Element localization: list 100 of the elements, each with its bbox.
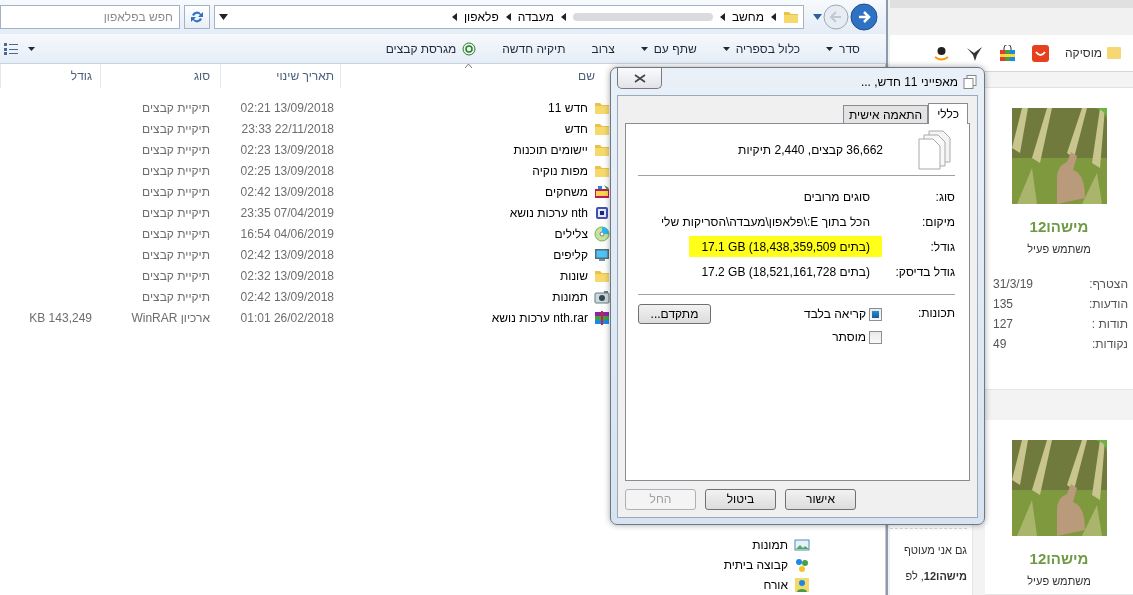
address-bar[interactable]: מחשב מעבדה פלאפון	[214, 5, 804, 29]
caret-icon	[722, 46, 730, 51]
forward-button[interactable]	[850, 3, 878, 31]
caret-icon	[826, 46, 834, 51]
file-name[interactable]: מפות נוקיה	[532, 161, 588, 180]
breadcrumb[interactable]: מעבדה	[517, 8, 554, 26]
type-cell: תיקיית קבצים	[142, 205, 210, 220]
file-name[interactable]: תמונות	[552, 287, 588, 306]
date-cell: 22/11/2018 23:33	[241, 121, 334, 136]
type-cell: תיקיית קבצים	[142, 247, 210, 262]
toolbar-button[interactable]: סדר	[822, 37, 864, 60]
checkbox-label[interactable]: מוסתר	[832, 328, 866, 346]
file-name[interactable]: חדש	[564, 119, 588, 138]
window-title: מאפייני 11 חדש, ...	[860, 73, 958, 91]
close-button[interactable]	[617, 68, 662, 89]
smile-arrow-icon[interactable]	[932, 44, 950, 62]
user-rank: משתמש פעיל	[1027, 573, 1091, 589]
column-header[interactable]: תאריך שינוי	[220, 64, 340, 88]
nav-item[interactable]: אורח	[763, 576, 788, 594]
type-cell: ארכיון WinRAR	[131, 310, 210, 325]
file-name[interactable]: צלילים	[554, 224, 588, 243]
summary-text: 36,662 קבצים, 2,440 תיקיות	[738, 141, 883, 159]
user-rank: משתמש פעיל	[1027, 241, 1091, 257]
stat-label: נקודות:	[1091, 336, 1128, 353]
field-label: גודל:	[929, 238, 955, 256]
field-label: גודל בדיסק:	[894, 263, 955, 281]
stat-value: 49	[993, 336, 1007, 353]
user-icon	[794, 577, 810, 593]
tab[interactable]: התאמה אישית	[843, 105, 929, 123]
field-label: תכונות:	[916, 305, 955, 322]
date-cell: 13/09/2018 02:42	[240, 247, 334, 262]
size-cell: 143,249 KB	[29, 310, 92, 325]
view-details-icon[interactable]	[4, 42, 18, 55]
date-cell: 07/04/2019 23:35	[240, 205, 334, 220]
date-cell: 13/09/2018 02:25	[240, 163, 334, 178]
checkbox-label[interactable]: קריאה בלבד	[804, 305, 866, 323]
folder-icon	[1107, 46, 1121, 60]
date-cell: 13/09/2018 02:32	[240, 268, 334, 283]
chevron-icon	[560, 13, 566, 21]
post-text: מישהו12, לפ	[905, 569, 967, 584]
smile-bag-icon[interactable]	[1031, 44, 1049, 62]
circle-icon	[462, 41, 477, 56]
tab[interactable]: כללי	[928, 103, 968, 124]
nav-item[interactable]: קבוצה ביתית	[723, 556, 788, 574]
date-cell: 04/06/2019 16:54	[240, 226, 334, 241]
file-name[interactable]: יישומים תוכנות	[513, 140, 588, 159]
people-network-icon	[794, 557, 810, 573]
stat-label: הצטרף:	[1089, 276, 1128, 293]
toolbar-button[interactable]: כלול בספריה	[718, 37, 805, 60]
toolbar-button[interactable]: שתף עם	[636, 37, 701, 60]
archive-icon	[594, 309, 610, 326]
dialog-button[interactable]: אישור	[785, 488, 856, 510]
toolbar-button[interactable]: תיקיה חדשה	[498, 37, 570, 60]
file-name[interactable]: קליפים	[553, 245, 588, 264]
caret-icon[interactable]	[28, 46, 35, 51]
file-name[interactable]: שונות	[560, 266, 588, 285]
breadcrumb[interactable]: פלאפון	[463, 8, 499, 26]
toolbar-button[interactable]: מגרסת קבצים	[381, 37, 481, 60]
file-name[interactable]: משחקים	[545, 182, 588, 201]
type-cell: תיקיית קבצים	[142, 142, 210, 157]
file-name[interactable]: חדש 11	[548, 98, 588, 117]
search-field[interactable]: חפש בפלאפון	[0, 5, 180, 29]
dropdown-icon[interactable]	[219, 14, 228, 20]
date-cell: 13/09/2018 02:23	[240, 142, 334, 157]
advanced-button[interactable]: מתקדם...	[638, 304, 711, 324]
dialog-button[interactable]: ביטול	[705, 488, 776, 510]
game-box-icon	[594, 183, 610, 200]
refresh-icon	[189, 9, 205, 25]
bird-icon[interactable]	[965, 44, 983, 62]
documents-icon	[917, 129, 951, 170]
file-name[interactable]: nth.rar ערכות נושא	[491, 308, 588, 327]
nav-item[interactable]: תמונות	[752, 536, 788, 554]
type-cell: תיקיית קבצים	[142, 100, 210, 115]
checkbox[interactable]	[869, 330, 882, 344]
toolbar-button[interactable]: צרוב	[587, 37, 619, 60]
date-cell: 26/02/2018 01:01	[240, 310, 334, 325]
stat-value: 31/3/19	[993, 276, 1034, 293]
checkbox[interactable]	[869, 307, 882, 321]
stat-value: 127	[993, 316, 1014, 333]
type-cell: תיקיית קבצים	[142, 121, 210, 136]
column-header[interactable]: סוג	[100, 64, 220, 88]
media-box-icon	[594, 204, 610, 221]
shopping-bag-icon[interactable]	[998, 44, 1016, 62]
field-label: סוג:	[934, 188, 955, 206]
file-name[interactable]: nth ערכות נושא	[509, 203, 588, 222]
bookmark-folder[interactable]: מוסיקה	[1064, 44, 1121, 62]
stat-label: הודעות:	[1088, 296, 1128, 313]
field-label: מיקום:	[920, 213, 955, 231]
monitor-icon	[594, 246, 610, 263]
date-cell: 13/09/2018 02:42	[240, 184, 334, 199]
refresh-button[interactable]	[184, 5, 210, 29]
breadcrumb[interactable]: מחשב	[731, 8, 764, 26]
date-cell: 13/09/2018 02:21	[240, 100, 334, 115]
landscape-icon	[794, 537, 810, 553]
post-text: גם אני מעוטף	[904, 543, 967, 558]
type-cell: תיקיית קבצים	[142, 289, 210, 304]
column-header[interactable]: גודל	[0, 64, 100, 88]
date-cell: 13/09/2018 02:42	[240, 289, 334, 304]
type-cell: תיקיית קבצים	[142, 184, 210, 199]
field-value: סוגים מרובים	[802, 188, 871, 206]
